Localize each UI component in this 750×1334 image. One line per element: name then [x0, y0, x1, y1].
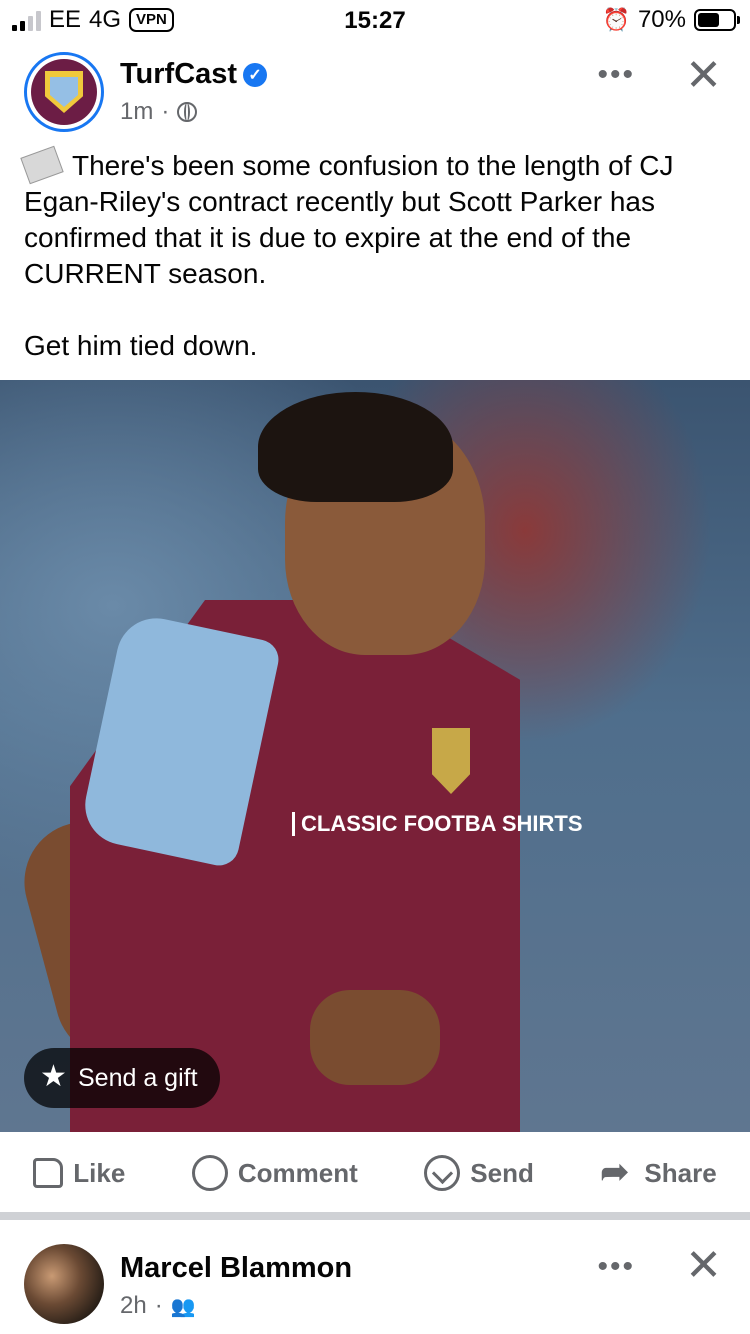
verified-badge-icon: ✓: [243, 62, 268, 87]
share-icon: [600, 1152, 634, 1192]
next-post-author[interactable]: Marcel Blammon: [120, 1252, 352, 1285]
next-post-header: Marcel Blammon 2h · 👥 ••• ✕: [0, 1240, 750, 1334]
like-label: Like: [73, 1157, 126, 1188]
thumbs-up-icon: [33, 1158, 64, 1188]
post-text: There's been some confusion to the lengt…: [20, 145, 724, 364]
newspaper-icon: [20, 145, 64, 185]
comment-label: Comment: [237, 1157, 358, 1188]
club-crest-icon: [45, 71, 83, 113]
feed-divider: [0, 1212, 750, 1220]
shirt-sponsor: CLASSIC FOOTBA SHIRTS: [292, 812, 583, 836]
send-gift-label: Send a gift: [78, 1063, 198, 1092]
alarm-icon: ⏰: [602, 7, 630, 32]
next-post-more-icon[interactable]: •••: [597, 1250, 635, 1284]
post-text-paragraph-1: There's been some confusion to the lengt…: [20, 145, 724, 292]
author-name-row[interactable]: TurfCast ✓: [120, 58, 268, 91]
like-button[interactable]: Like: [33, 1158, 125, 1189]
image-hair: [258, 392, 453, 502]
next-post-meta: 2h · 👥: [120, 1292, 196, 1320]
action-bar: Like Comment Send Share: [0, 1134, 750, 1212]
battery-fill: [698, 13, 719, 27]
comment-icon: [191, 1155, 228, 1191]
share-button[interactable]: Share: [600, 1152, 717, 1192]
next-post-timestamp[interactable]: 2h: [120, 1292, 147, 1320]
send-button[interactable]: Send: [424, 1155, 534, 1191]
post-meta: 1m ·: [120, 98, 198, 126]
send-label: Send: [470, 1157, 534, 1188]
friends-icon: 👥: [170, 1295, 196, 1318]
author-name[interactable]: TurfCast: [120, 58, 237, 91]
gift-icon: [38, 1059, 68, 1094]
image-fist: [310, 990, 440, 1085]
post-text-line-2: Get him tied down.: [24, 330, 258, 361]
messenger-icon: [424, 1155, 461, 1191]
share-label: Share: [644, 1157, 717, 1188]
more-options-icon[interactable]: •••: [597, 58, 635, 92]
next-post-avatar[interactable]: [24, 1244, 104, 1324]
post-text-paragraph-2: Get him tied down.: [24, 328, 724, 364]
post-header: TurfCast ✓ 1m · ••• ✕: [0, 50, 750, 132]
battery-percent: 70%: [637, 6, 686, 33]
post-timestamp[interactable]: 1m: [120, 98, 153, 126]
battery-icon: [694, 9, 740, 31]
next-post-separator: ·: [154, 1292, 163, 1319]
post-image[interactable]: CLASSIC FOOTBA SHIRTS Send a gift: [0, 380, 750, 1132]
meta-separator: ·: [161, 98, 170, 125]
status-bar: EE 4G VPN 15:27 ⏰ 70%: [0, 0, 750, 44]
status-right: ⏰ 70%: [602, 6, 740, 34]
send-gift-button[interactable]: Send a gift: [24, 1048, 220, 1108]
author-avatar[interactable]: [24, 52, 104, 132]
post-text-line-1: There's been some confusion to the lengt…: [24, 150, 674, 289]
avatar-crest: [31, 59, 97, 125]
next-post-close-icon[interactable]: ✕: [685, 1240, 722, 1291]
globe-icon: [177, 102, 198, 122]
close-icon[interactable]: ✕: [685, 50, 722, 101]
comment-button[interactable]: Comment: [191, 1155, 358, 1191]
